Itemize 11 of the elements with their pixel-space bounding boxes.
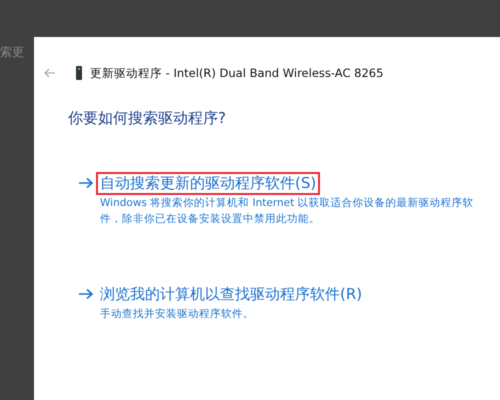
back-arrow-icon[interactable] <box>44 68 56 78</box>
arrow-icon <box>78 288 94 300</box>
option-link[interactable]: 浏览我的计算机以查找驱动程序软件(R) <box>96 283 366 306</box>
device-icon <box>76 66 82 80</box>
arrow-icon <box>78 177 94 189</box>
background-text: 索更 <box>0 44 25 61</box>
option-description: Windows 将搜索你的计算机和 Internet 以获取适合你设备的最新驱动程序软件，除非你已在设备安装设置中禁用此功能。 <box>100 196 475 227</box>
option-description: 手动查找并安装驱动程序软件。 <box>100 307 255 322</box>
window-title: 更新驱动程序 - Intel(R) Dual Band Wireless-AC 8265 <box>90 66 384 80</box>
heading: 你要如何搜索驱动程序? <box>68 109 227 128</box>
option-link[interactable]: 自动搜索更新的驱动程序软件(S) <box>96 172 320 195</box>
